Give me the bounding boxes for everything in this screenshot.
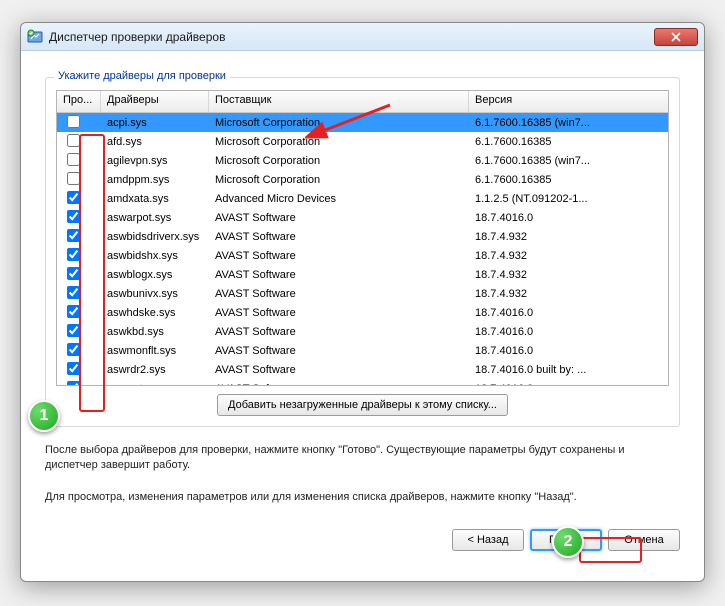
version-cell: 18.7.4016.0 — [469, 344, 668, 358]
list-header[interactable]: Про... Драйверы Поставщик Версия — [57, 91, 668, 113]
driver-checkbox[interactable] — [67, 362, 80, 375]
driver-name-cell: amdxata.sys — [101, 192, 209, 206]
vendor-cell: AVAST Software — [209, 287, 469, 301]
table-row[interactable]: agilevpn.sysMicrosoft Corporation6.1.760… — [57, 151, 668, 170]
back-button[interactable]: < Назад — [452, 529, 524, 551]
version-cell: 18.7.4.932 — [469, 249, 668, 263]
dialog-window: Диспетчер проверки драйверов Укажите дра… — [20, 22, 705, 582]
vendor-cell: AVAST Software — [209, 249, 469, 263]
col-header-drivers[interactable]: Драйверы — [101, 91, 209, 112]
vendor-cell: AVAST Software — [209, 306, 469, 320]
col-header-vendor[interactable]: Поставщик — [209, 91, 469, 112]
window-title: Диспетчер проверки драйверов — [49, 30, 654, 44]
driver-name-cell: aswbunivx.sys — [101, 287, 209, 301]
version-cell: 1.1.2.5 (NT.091202-1... — [469, 192, 668, 206]
driver-checkbox[interactable] — [67, 248, 80, 261]
app-icon — [27, 29, 43, 45]
driver-checkbox[interactable] — [67, 343, 80, 356]
table-row[interactable]: aswkbd.sysAVAST Software18.7.4016.0 — [57, 322, 668, 341]
driver-name-cell: aswkbd.sys — [101, 325, 209, 339]
vendor-cell: AVAST Software — [209, 363, 469, 377]
vendor-cell: Advanced Micro Devices — [209, 192, 469, 206]
help-text-2: Для просмотра, изменения параметров или … — [45, 490, 680, 505]
version-cell: 18.7.4016.0 — [469, 306, 668, 320]
vendor-cell: Microsoft Corporation — [209, 135, 469, 149]
help-text-1: После выбора драйверов для проверки, наж… — [45, 443, 680, 474]
driver-checkbox[interactable] — [67, 229, 80, 242]
vendor-cell: AVAST Software — [209, 211, 469, 225]
titlebar[interactable]: Диспетчер проверки драйверов — [21, 23, 704, 51]
version-cell: 18.7.4.932 — [469, 230, 668, 244]
table-row[interactable]: aswbunivx.sysAVAST Software18.7.4.932 — [57, 284, 668, 303]
driver-name-cell: afd.sys — [101, 135, 209, 149]
vendor-cell: Microsoft Corporation — [209, 173, 469, 187]
table-row[interactable]: aswbidsdriverx.sysAVAST Software18.7.4.9… — [57, 227, 668, 246]
version-cell: 18.7.4.932 — [469, 268, 668, 282]
table-row[interactable]: aswrvrt.sysAVAST Software18.7.4016.0 — [57, 379, 668, 385]
driver-select-group: Укажите драйверы для проверки Про... Дра… — [45, 77, 680, 427]
driver-name-cell: aswbidsdriverx.sys — [101, 230, 209, 244]
col-header-check[interactable]: Про... — [57, 91, 101, 112]
table-row[interactable]: amdxata.sysAdvanced Micro Devices1.1.2.5… — [57, 189, 668, 208]
dialog-footer: < Назад Готово Отмена — [21, 519, 704, 567]
driver-checkbox[interactable] — [67, 153, 80, 166]
driver-name-cell: aswbidshx.sys — [101, 249, 209, 263]
driver-name-cell: acpi.sys — [101, 116, 209, 130]
col-header-version[interactable]: Версия — [469, 91, 668, 112]
driver-name-cell: aswblogx.sys — [101, 268, 209, 282]
table-row[interactable]: amdppm.sysMicrosoft Corporation6.1.7600.… — [57, 170, 668, 189]
version-cell: 18.7.4016.0 — [469, 382, 668, 386]
vendor-cell: AVAST Software — [209, 382, 469, 386]
driver-name-cell: amdppm.sys — [101, 173, 209, 187]
version-cell: 6.1.7600.16385 — [469, 173, 668, 187]
add-unloaded-drivers-button[interactable]: Добавить незагруженные драйверы к этому … — [217, 394, 508, 416]
table-row[interactable]: aswmonflt.sysAVAST Software18.7.4016.0 — [57, 341, 668, 360]
driver-checkbox[interactable] — [67, 210, 80, 223]
driver-list[interactable]: Про... Драйверы Поставщик Версия acpi.sy… — [56, 90, 669, 386]
table-row[interactable]: aswarpot.sysAVAST Software18.7.4016.0 — [57, 208, 668, 227]
driver-checkbox[interactable] — [67, 172, 80, 185]
cancel-button[interactable]: Отмена — [608, 529, 680, 551]
version-cell: 6.1.7600.16385 — [469, 135, 668, 149]
driver-checkbox[interactable] — [67, 324, 80, 337]
group-label: Укажите драйверы для проверки — [54, 70, 230, 82]
driver-name-cell: aswhdske.sys — [101, 306, 209, 320]
version-cell: 18.7.4.932 — [469, 287, 668, 301]
version-cell: 6.1.7600.16385 (win7... — [469, 116, 668, 130]
vendor-cell: AVAST Software — [209, 325, 469, 339]
table-row[interactable]: aswrdr2.sysAVAST Software18.7.4016.0 bui… — [57, 360, 668, 379]
driver-name-cell: aswmonflt.sys — [101, 344, 209, 358]
version-cell: 6.1.7600.16385 (win7... — [469, 154, 668, 168]
driver-name-cell: aswrvrt.sys — [101, 382, 209, 386]
driver-name-cell: agilevpn.sys — [101, 154, 209, 168]
driver-checkbox[interactable] — [67, 305, 80, 318]
table-row[interactable]: aswblogx.sysAVAST Software18.7.4.932 — [57, 265, 668, 284]
vendor-cell: Microsoft Corporation — [209, 116, 469, 130]
vendor-cell: AVAST Software — [209, 344, 469, 358]
finish-button[interactable]: Готово — [530, 529, 602, 551]
driver-name-cell: aswarpot.sys — [101, 211, 209, 225]
content-area: Укажите драйверы для проверки Про... Дра… — [21, 51, 704, 519]
driver-checkbox[interactable] — [67, 381, 80, 386]
driver-checkbox[interactable] — [67, 134, 80, 147]
table-row[interactable]: aswhdske.sysAVAST Software18.7.4016.0 — [57, 303, 668, 322]
driver-checkbox[interactable] — [67, 191, 80, 204]
driver-checkbox[interactable] — [67, 115, 80, 128]
vendor-cell: Microsoft Corporation — [209, 154, 469, 168]
table-row[interactable]: acpi.sysMicrosoft Corporation6.1.7600.16… — [57, 113, 668, 132]
list-body[interactable]: acpi.sysMicrosoft Corporation6.1.7600.16… — [57, 113, 668, 385]
driver-name-cell: aswrdr2.sys — [101, 363, 209, 377]
version-cell: 18.7.4016.0 — [469, 325, 668, 339]
vendor-cell: AVAST Software — [209, 230, 469, 244]
version-cell: 18.7.4016.0 built by: ... — [469, 363, 668, 377]
version-cell: 18.7.4016.0 — [469, 211, 668, 225]
driver-checkbox[interactable] — [67, 267, 80, 280]
table-row[interactable]: aswbidshx.sysAVAST Software18.7.4.932 — [57, 246, 668, 265]
driver-checkbox[interactable] — [67, 286, 80, 299]
vendor-cell: AVAST Software — [209, 268, 469, 282]
close-button[interactable] — [654, 28, 698, 46]
table-row[interactable]: afd.sysMicrosoft Corporation6.1.7600.163… — [57, 132, 668, 151]
